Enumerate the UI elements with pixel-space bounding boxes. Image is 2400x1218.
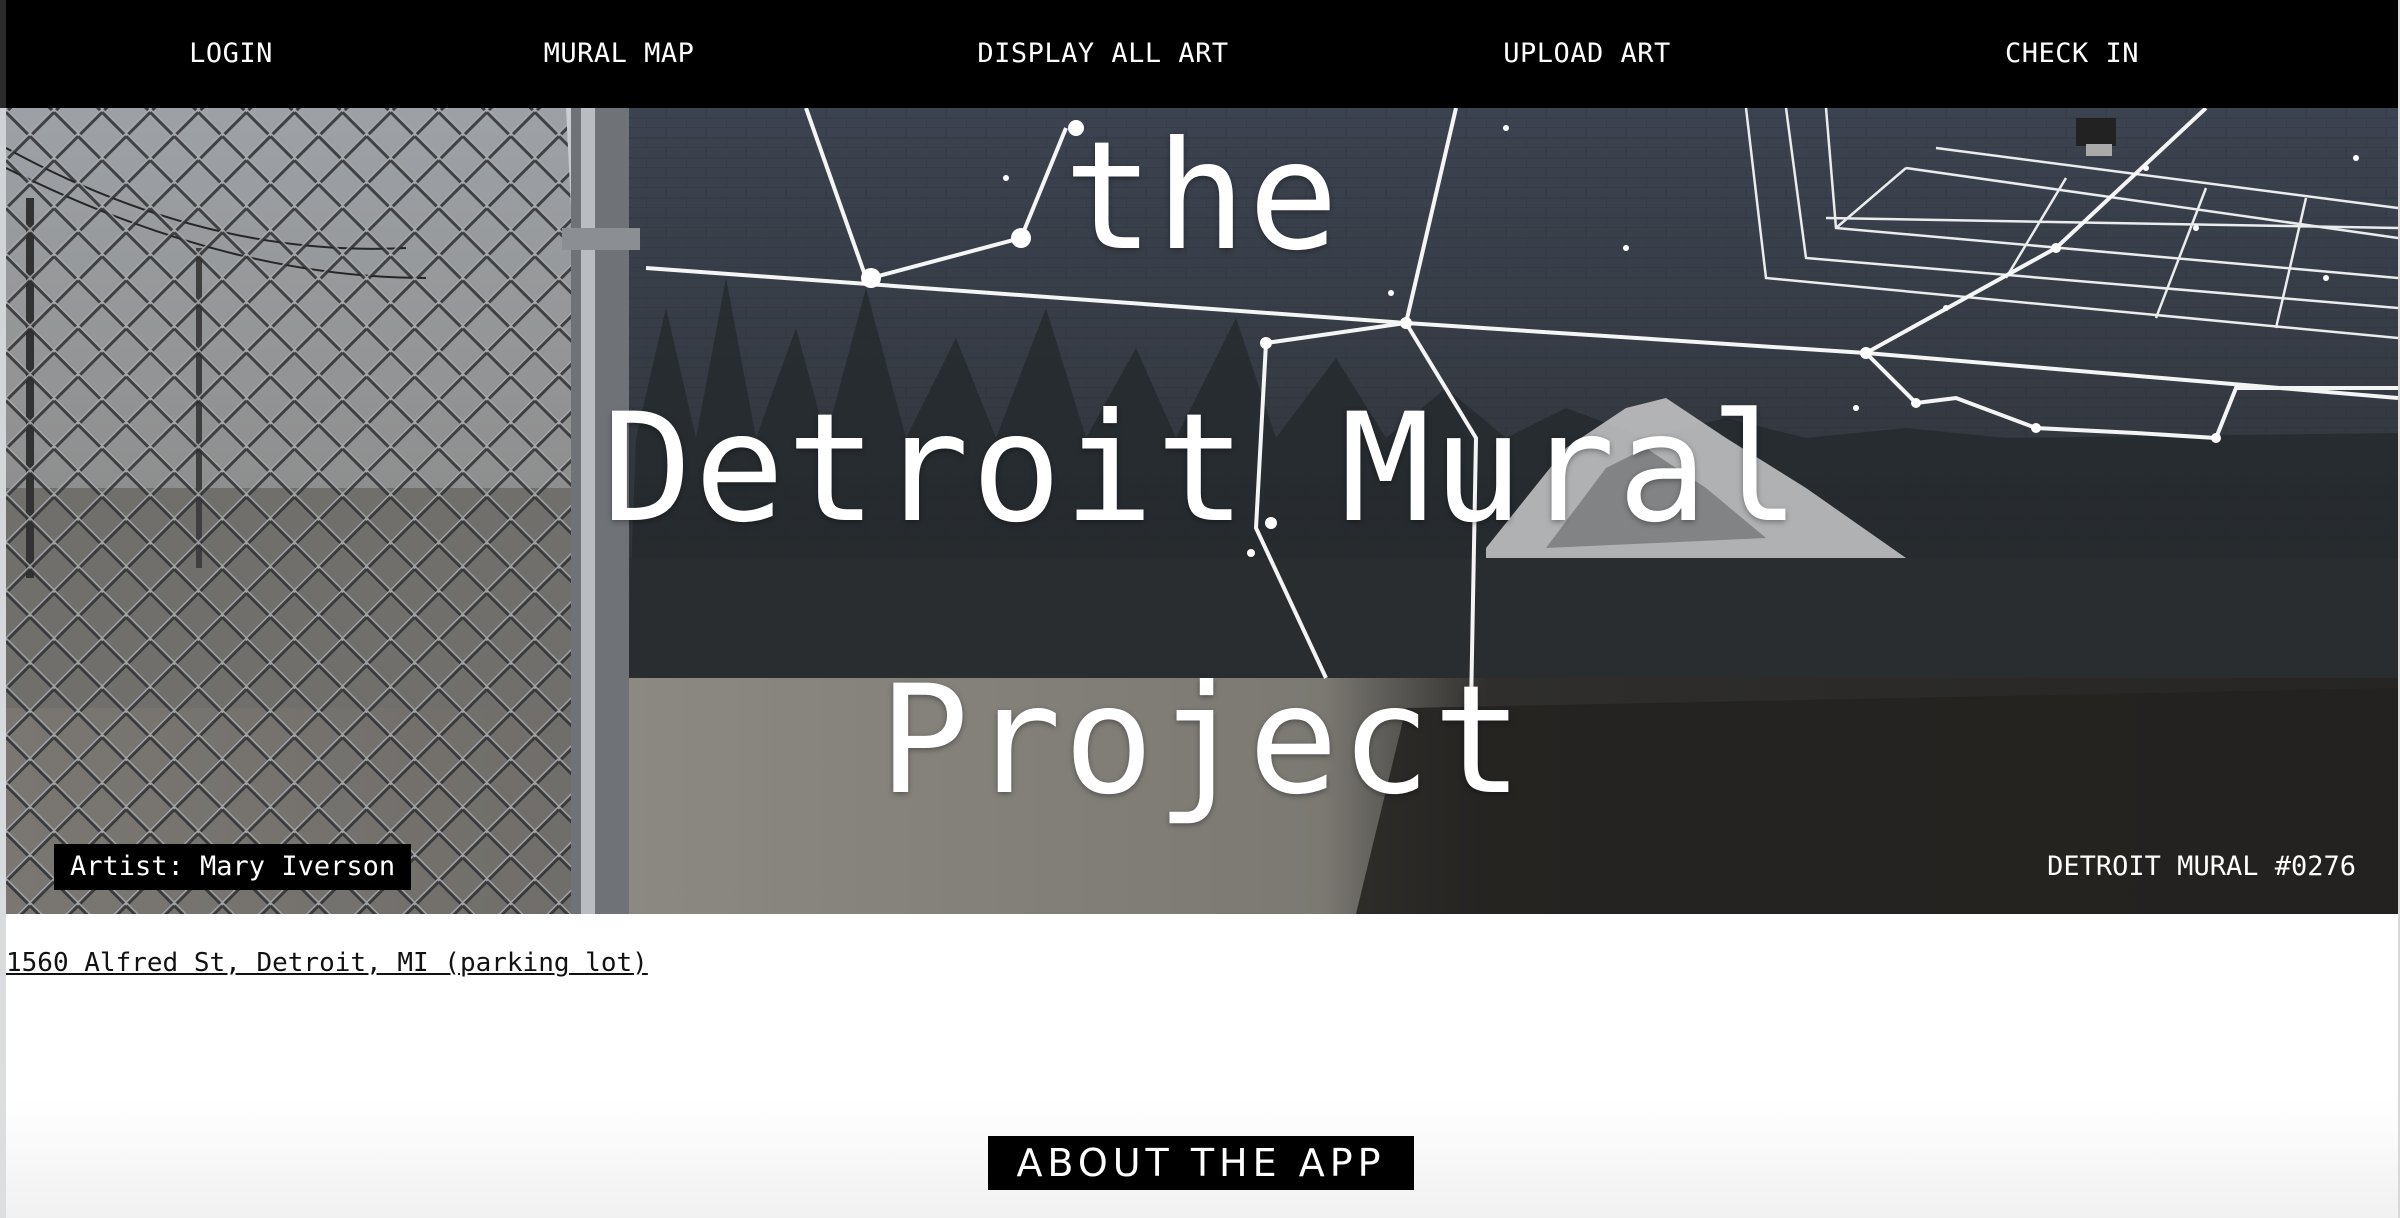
nav-check-in-link[interactable]: CHECK IN	[2005, 0, 2139, 108]
site-title: the Detroit Mural Project	[6, 108, 2398, 914]
nav-mural-map-link[interactable]: MURAL MAP	[544, 0, 695, 108]
mural-address-link[interactable]: 1560 Alfred St, Detroit, MI (parking lot…	[6, 948, 648, 978]
about-the-app-button[interactable]: ABOUT THE APP	[988, 1136, 1414, 1190]
nav-upload-art-link[interactable]: UPLOAD ART	[1503, 0, 1671, 108]
top-navigation: LOGIN MURAL MAP DISPLAY ALL ART UPLOAD A…	[6, 0, 2398, 108]
artist-caption: Artist: Mary Iverson	[54, 844, 412, 890]
site-title-line-3: Project	[878, 654, 1526, 828]
nav-display-all-art-link[interactable]: DISPLAY ALL ART	[977, 0, 1228, 108]
site-title-line-1: the	[1063, 110, 1341, 284]
mural-id-label: DETROIT MURAL #0276	[2047, 851, 2356, 882]
nav-login-link[interactable]: LOGIN	[189, 0, 273, 108]
page: LOGIN MURAL MAP DISPLAY ALL ART UPLOAD A…	[6, 0, 2398, 1218]
site-title-line-2: Detroit Mural	[602, 382, 1802, 556]
hero-banner: the Detroit Mural Project Artist: Mary I…	[6, 108, 2398, 914]
